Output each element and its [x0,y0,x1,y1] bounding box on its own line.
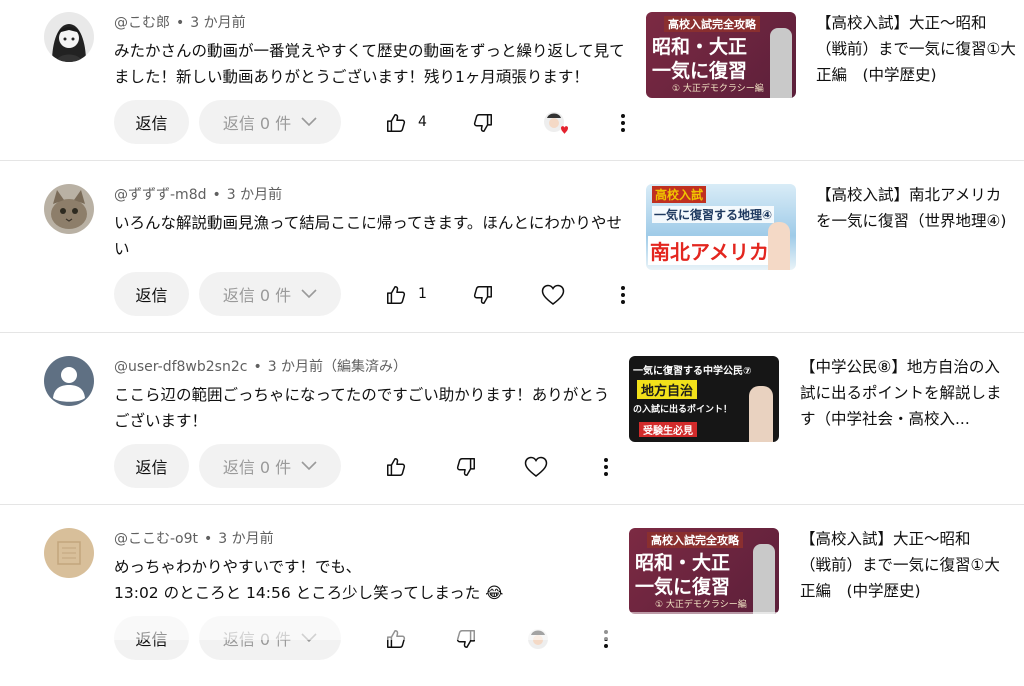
thumbnail-caption-top: 高校入試 [652,186,707,203]
heart-icon [541,284,565,305]
thumbnail-caption-sub: ① 大正デモクラシー編 [655,600,747,610]
thumbnail-caption-main: 一気に復習する地理④ [652,206,775,223]
presenter-figure [768,222,790,270]
thumbnail-caption-top: 高校入試完全攻略 [647,532,743,548]
divider [0,332,1024,333]
presenter-figure [753,544,775,614]
dislike-button[interactable] [468,280,498,310]
video-thumbnail[interactable]: 一気に復習する中学公民⑦ 地方自治 の入試に出るポイント！ 受験生必見 [629,356,779,442]
chevron-down-icon [301,461,317,471]
reply-button[interactable]: 返信 [114,272,189,316]
comment-thread: @user-df8wb2sn2c • 3 か月前（編集済み） ここら辺の範囲ごっちゃ… [0,344,1024,514]
avatar[interactable] [44,528,94,578]
thumbnail-caption-top: 高校入試完全攻略 [664,16,760,32]
replies-toggle[interactable]: 返信 0 件 [199,272,341,316]
thumbs-up-icon [387,458,406,476]
bottom-overlay [0,612,1024,640]
avatar[interactable] [44,12,94,62]
thumbnail-caption-main: 昭和・大正 [652,36,748,58]
avatar[interactable] [44,184,94,234]
video-title[interactable]: 【高校入試】大正〜昭和（戦前）まで一気に復習①大正編 (中学歴史) [800,526,1000,604]
reply-button[interactable]: 返信 [114,100,189,144]
presenter-figure [749,386,773,442]
comment-meta: @ずずず-m8d • 3 か月前 [114,187,283,203]
comment-time[interactable]: 3 か月前（編集済み） [268,359,407,375]
thumbs-down-icon [473,114,492,132]
comment-thread: @ずずず-m8d • 3 か月前 いろんな解説動画見漁って結局ここに帰ってきます。ほ… [0,172,1024,342]
like-button[interactable] [381,280,411,310]
video-title[interactable]: 【中学公民⑧】地方自治の入試に出るポイントを解説します（中学社会・高校入... [800,354,1010,432]
creator-heart-icon [544,112,568,134]
chevron-down-icon [301,117,317,127]
divider [0,504,1024,505]
more-options-icon[interactable] [591,452,621,482]
divider [0,160,1024,161]
like-count: 1 [418,286,427,302]
heart-button[interactable] [538,280,568,310]
author-name[interactable]: @user-df8wb2sn2c [114,359,247,375]
video-thumbnail[interactable]: 高校入試 一気に復習する地理④ 南北アメリカ [646,184,796,270]
comment-text: めっちゃわかりやすいです！でも、 13:02 のところと 14:56 ところ少し… [114,554,634,606]
thumbnail-caption-main2: の入試に出るポイント！ [633,405,733,415]
thumbnail-caption-main: 昭和・大正 [635,552,731,574]
creator-heart [540,108,572,140]
dislike-button[interactable] [451,452,481,482]
more-options-icon[interactable] [608,108,638,138]
thumbnail-caption-main2: 南北アメリカ [648,236,771,265]
comment-time[interactable]: 3 か月前 [190,15,245,31]
video-thumbnail[interactable]: 高校入試完全攻略 昭和・大正 一気に復習 ① 大正デモクラシー編 [629,528,779,614]
comment-time[interactable]: 3 か月前 [227,187,282,203]
comment-meta: @user-df8wb2sn2c • 3 か月前（編集済み） [114,359,408,375]
dislike-button[interactable] [468,108,498,138]
comment-text: みたかさんの動画が一番覚えやすくて歴史の動画をずっと繰り返して見てました！新しい… [114,42,625,86]
thumbs-up-icon [387,286,406,304]
replies-toggle[interactable]: 返信 0 件 [199,100,341,144]
comment-text-line: めっちゃわかりやすいです！でも、 [114,558,362,576]
heart-button[interactable] [521,452,551,482]
video-title[interactable]: 【高校入試】大正〜昭和（戦前）まで一気に復習①大正編 (中学歴史) [816,10,1016,88]
replies-toggle[interactable]: 返信 0 件 [199,444,341,488]
replies-count: 返信 0 件 [222,458,292,477]
avatar[interactable] [44,356,94,406]
replies-count: 返信 0 件 [222,114,292,133]
thumbnail-caption-top: 一気に復習する中学公民⑦ [633,366,752,377]
comment-time[interactable]: 3 か月前 [218,531,273,547]
author-name[interactable]: @ここむ-o9t [114,531,198,547]
comment-text: いろんな解説動画見漁って結局ここに帰ってきます。ほんとにわかりやせい [114,214,622,258]
author-name[interactable]: @こむ郎 [114,15,170,31]
heart-icon [524,456,548,477]
presenter-figure [770,28,792,98]
video-title[interactable]: 【高校入試】南北アメリカを一気に復習（世界地理④) [816,182,1016,234]
comment-text: ここら辺の範囲ごっちゃになってたのですごい助かります！ありがとうございます！ [114,386,610,430]
chevron-down-icon [301,289,317,299]
thumbs-down-icon [456,458,475,476]
thumbnail-caption-main2: 一気に復習 [652,60,748,82]
like-button[interactable] [381,452,411,482]
thumbs-down-icon [473,286,492,304]
author-name[interactable]: @ずずず-m8d [114,187,206,203]
comment-meta: @ここむ-o9t • 3 か月前 [114,531,274,547]
reply-button[interactable]: 返信 [114,444,189,488]
video-thumbnail[interactable]: 高校入試完全攻略 昭和・大正 一気に復習 ① 大正デモクラシー編 [646,12,796,98]
comment-meta: @こむ郎 • 3 か月前 [114,15,246,31]
more-options-icon[interactable] [608,280,638,310]
thumbnail-caption-main2: 一気に復習 [635,576,731,598]
replies-count: 返信 0 件 [222,286,292,305]
thumbnail-caption-main: 地方自治 [637,380,698,399]
like-count: 4 [418,114,427,130]
comment-text-line: 13:02 のところと 14:56 ところ少し笑ってしまった 😂 [114,584,504,602]
thumbs-up-icon [387,114,406,132]
comment-thread: @こむ郎 • 3 か月前 みたかさんの動画が一番覚えやすくて歴史の動画をずっと繰り返… [0,0,1024,170]
comment-thread: @ここむ-o9t • 3 か月前 めっちゃわかりやすいです！でも、 13:02 のと… [0,516,1024,686]
thumbnail-caption-sub: ① 大正デモクラシー編 [672,84,764,94]
thumbnail-caption-sub: 受験生必見 [639,422,697,437]
like-button[interactable] [381,108,411,138]
